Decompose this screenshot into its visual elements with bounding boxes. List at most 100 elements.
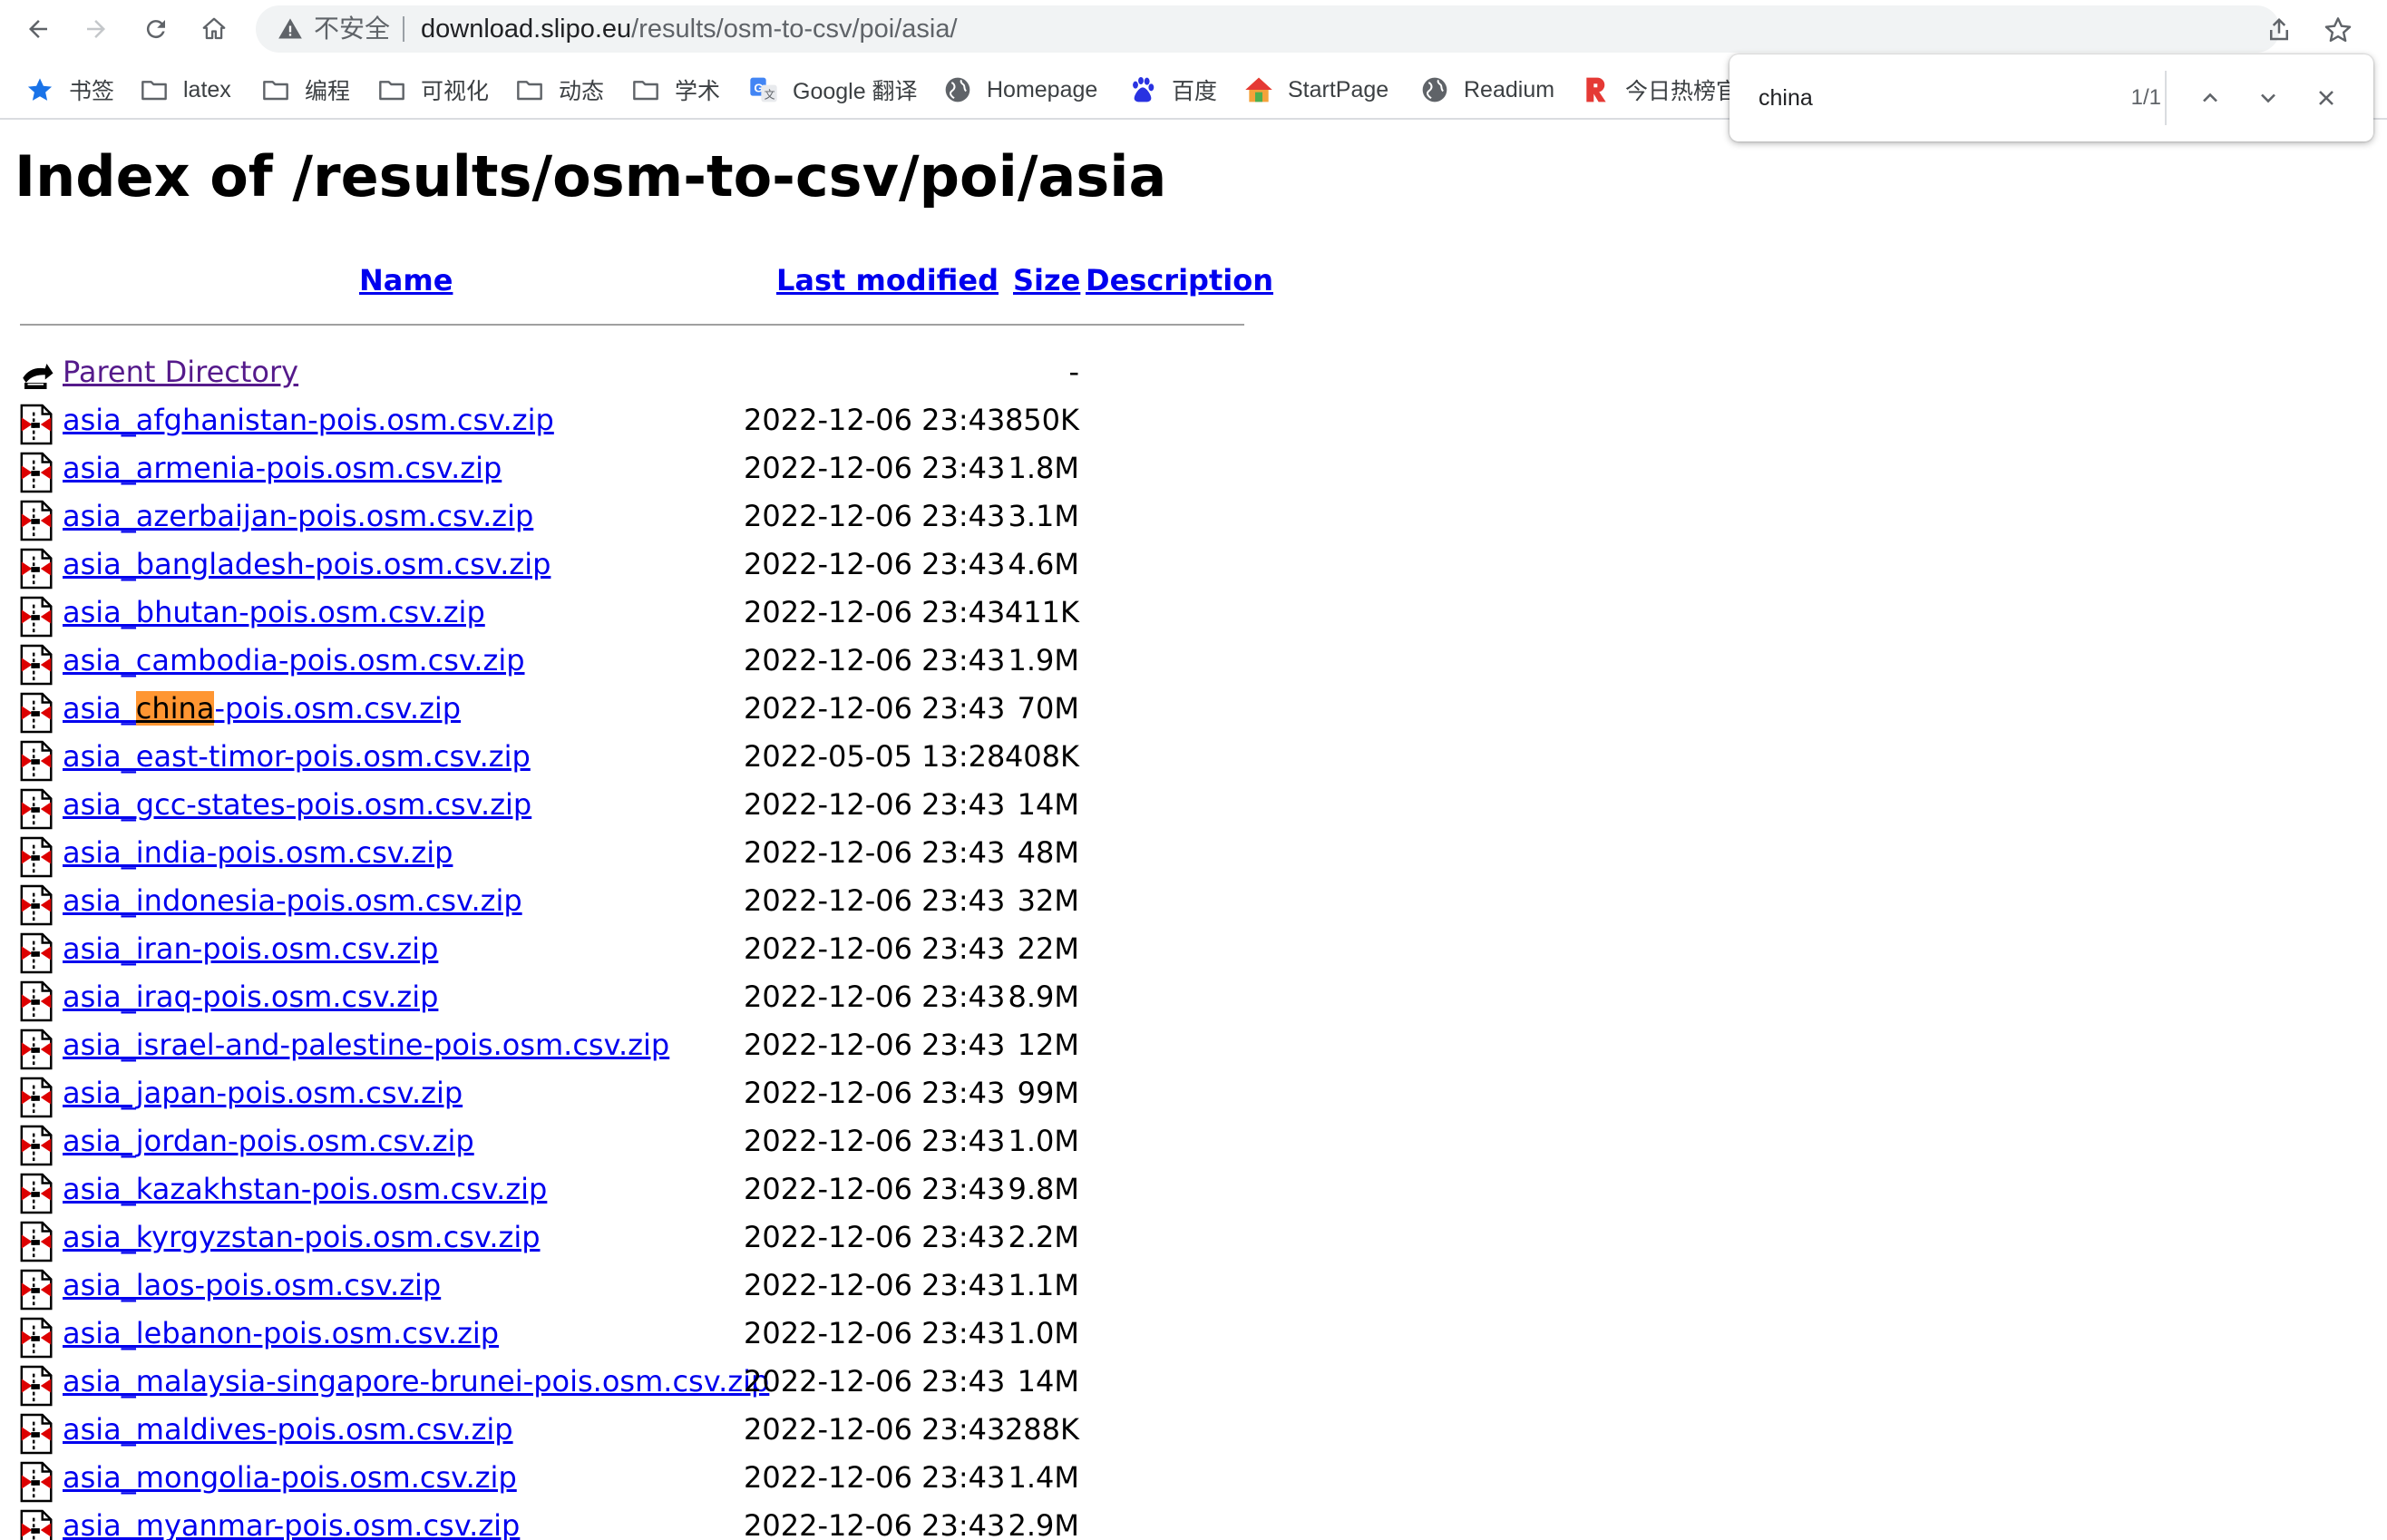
url-path: /results/osm-to-csv/poi/asia/ xyxy=(631,15,958,44)
file-link[interactable]: asia_indonesia-pois.osm.csv.zip xyxy=(63,877,522,925)
file-modified: 2022-05-05 13:28 xyxy=(744,739,1006,774)
find-input[interactable] xyxy=(1759,80,2085,116)
file-modified: 2022-12-06 23:43 xyxy=(744,691,1006,726)
sort-by-last-modified-link[interactable]: Last modified xyxy=(776,263,999,297)
bookmark-label: StartPage xyxy=(1288,76,1389,102)
bookmark-folder[interactable]: 学术 xyxy=(631,60,720,120)
bookmark-item[interactable]: Homepage xyxy=(943,60,1097,120)
url-text[interactable]: download.slipo.eu/results/osm-to-csv/poi… xyxy=(421,5,958,53)
file-link[interactable]: asia_china-pois.osm.csv.zip xyxy=(63,685,461,733)
bookmark-folder[interactable]: 编程 xyxy=(261,60,350,120)
forward-button[interactable] xyxy=(76,9,116,49)
file-link[interactable]: asia_kazakhstan-pois.osm.csv.zip xyxy=(63,1165,547,1213)
file-row: asia_japan-pois.osm.csv.zip 2022-12-06 23… xyxy=(0,1069,1179,1118)
file-link[interactable]: asia_mongolia-pois.osm.csv.zip xyxy=(63,1454,517,1502)
file-link[interactable]: asia_iran-pois.osm.csv.zip xyxy=(63,925,438,973)
home-button[interactable] xyxy=(194,9,234,49)
file-link[interactable]: asia_jordan-pois.osm.csv.zip xyxy=(63,1117,474,1165)
file-link[interactable]: asia_kyrgyzstan-pois.osm.csv.zip xyxy=(63,1213,541,1262)
compressed-file-icon xyxy=(20,1028,53,1070)
compressed-file-icon xyxy=(20,692,53,734)
bookmark-label: 学术 xyxy=(675,79,721,104)
find-close-button[interactable] xyxy=(2304,76,2348,120)
file-link[interactable]: asia_myanmar-pois.osm.csv.zip xyxy=(63,1502,520,1540)
bookmark-label: 编程 xyxy=(305,79,351,104)
bookmark-label: Readium xyxy=(1464,76,1555,102)
bookmark-item[interactable]: 百度 xyxy=(1128,60,1217,120)
file-row: asia_israel-and-palestine-pois.osm.csv.z… xyxy=(0,1021,1179,1070)
file-modified: 2022-12-06 23:43 xyxy=(744,403,1006,437)
reload-button[interactable] xyxy=(136,9,176,49)
warning-icon[interactable] xyxy=(278,16,303,42)
file-size: 14M xyxy=(1017,1364,1079,1399)
file-size: 411K xyxy=(1004,595,1079,629)
file-link[interactable]: asia_maldives-pois.osm.csv.zip xyxy=(63,1406,513,1454)
address-bar[interactable]: 不安全 download.slipo.eu/results/osm-to-csv… xyxy=(256,5,2280,53)
file-row: asia_kazakhstan-pois.osm.csv.zip 2022-12-… xyxy=(0,1165,1179,1214)
file-size: 288K xyxy=(1004,1412,1079,1447)
file-link[interactable]: asia_bhutan-pois.osm.csv.zip xyxy=(63,589,485,637)
bookmark-item[interactable]: 书签 xyxy=(25,60,114,120)
sort-by-size-link[interactable]: Size xyxy=(1013,263,1080,297)
bookmark-folder[interactable]: 可视化 xyxy=(377,60,489,120)
file-size: 99M xyxy=(1017,1076,1079,1110)
star-icon xyxy=(25,75,54,104)
find-divider xyxy=(2165,71,2167,125)
file-modified: 2022-12-06 23:43 xyxy=(744,643,1006,677)
bookmark-folder[interactable]: 动态 xyxy=(515,60,604,120)
compressed-file-icon xyxy=(20,500,53,541)
folder-icon xyxy=(377,75,406,104)
bookmark-item[interactable]: G文 Google 翻译 xyxy=(749,60,918,120)
file-modified: 2022-12-06 23:43 xyxy=(744,1412,1006,1447)
file-row: asia_myanmar-pois.osm.csv.zip 2022-12-06 … xyxy=(0,1502,1179,1540)
compressed-file-icon xyxy=(20,1221,53,1262)
sort-by-name-link[interactable]: Name xyxy=(359,263,453,297)
file-size: 32M xyxy=(1017,883,1079,918)
file-link[interactable]: asia_japan-pois.osm.csv.zip xyxy=(63,1069,463,1117)
security-label[interactable]: 不安全 xyxy=(314,5,390,53)
file-size: 48M xyxy=(1017,835,1079,870)
bookmark-folder[interactable]: latex xyxy=(140,60,231,120)
file-link[interactable]: asia_iraq-pois.osm.csv.zip xyxy=(63,973,438,1021)
file-link[interactable]: asia_india-pois.osm.csv.zip xyxy=(63,829,453,877)
compressed-file-icon xyxy=(20,1461,53,1503)
parent-directory-link[interactable]: Parent Directory xyxy=(63,348,298,396)
file-modified: 2022-12-06 23:43 xyxy=(744,1220,1006,1254)
back-button[interactable] xyxy=(18,9,58,49)
svg-text:文: 文 xyxy=(765,87,775,101)
google-translate-icon: G文 xyxy=(749,75,778,104)
file-link[interactable]: asia_lebanon-pois.osm.csv.zip xyxy=(63,1310,499,1358)
compressed-file-icon xyxy=(20,932,53,974)
bookmark-label: 可视化 xyxy=(421,79,490,104)
bookmark-star-icon[interactable] xyxy=(2324,15,2353,44)
file-link[interactable]: asia_gcc-states-pois.osm.csv.zip xyxy=(63,781,531,829)
file-modified: 2022-12-06 23:43 xyxy=(744,980,1006,1014)
folder-icon xyxy=(631,75,660,104)
bookmark-item[interactable]: Readium xyxy=(1420,60,1554,120)
file-link[interactable]: asia_afghanistan-pois.osm.csv.zip xyxy=(63,396,554,444)
file-link[interactable]: asia_armenia-pois.osm.csv.zip xyxy=(63,444,502,492)
file-size: - xyxy=(1068,355,1079,389)
file-link[interactable]: asia_malaysia-singapore-brunei-pois.osm.… xyxy=(63,1358,769,1406)
file-link[interactable]: asia_azerbaijan-pois.osm.csv.zip xyxy=(63,492,533,541)
bookmark-item[interactable]: StartPage xyxy=(1244,60,1388,120)
file-link[interactable]: asia_israel-and-palestine-pois.osm.csv.z… xyxy=(63,1021,669,1069)
file-row: asia_azerbaijan-pois.osm.csv.zip 2022-12-… xyxy=(0,492,1179,541)
file-link[interactable]: asia_east-timor-pois.osm.csv.zip xyxy=(63,733,531,781)
file-size: 1.8M xyxy=(1008,451,1080,485)
file-link[interactable]: asia_bangladesh-pois.osm.csv.zip xyxy=(63,541,550,589)
compressed-file-icon xyxy=(20,836,53,878)
file-link[interactable]: asia_laos-pois.osm.csv.zip xyxy=(63,1262,441,1310)
compressed-file-icon xyxy=(20,884,53,926)
sort-by-description-link[interactable]: Description xyxy=(1086,263,1273,297)
file-link[interactable]: asia_cambodia-pois.osm.csv.zip xyxy=(63,637,525,685)
file-modified: 2022-12-06 23:43 xyxy=(744,931,1006,966)
bookmark-item[interactable]: 今日热榜官 xyxy=(1582,60,1739,120)
share-icon[interactable] xyxy=(2265,16,2293,44)
find-match-count: 1/1 xyxy=(2130,85,2161,110)
find-next-button[interactable] xyxy=(2246,76,2290,120)
file-row: asia_india-pois.osm.csv.zip 2022-12-06 23… xyxy=(0,829,1179,878)
file-size: 22M xyxy=(1017,931,1079,966)
file-modified: 2022-12-06 23:43 xyxy=(744,1124,1006,1158)
find-previous-button[interactable] xyxy=(2188,76,2232,120)
